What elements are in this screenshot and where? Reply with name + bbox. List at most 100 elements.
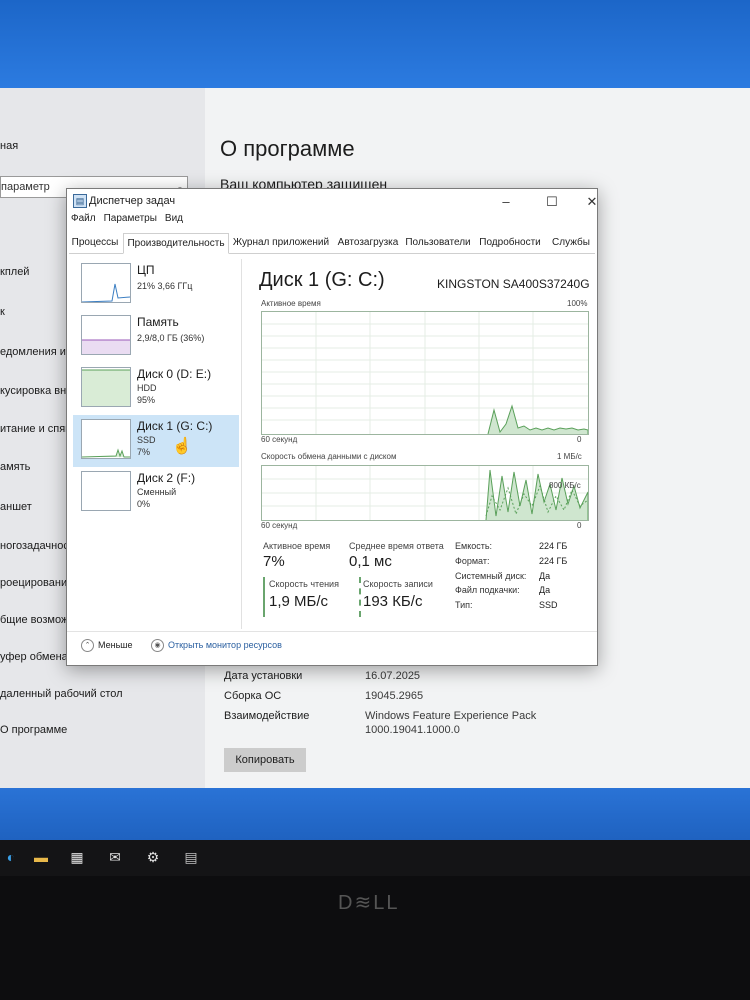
sidebar-item-memory[interactable]: Память 2,9/8,0 ГБ (36%) <box>73 311 239 363</box>
settings-icon[interactable]: ⚙ <box>142 846 164 868</box>
tab-processes[interactable]: Процессы <box>69 233 121 252</box>
resource-monitor-label: Открыть монитор ресурсов <box>168 639 282 650</box>
tab-startup[interactable]: Автозагрузка <box>335 233 401 252</box>
page-file-label: Файл подкачки: <box>455 585 520 595</box>
graph2-time: 60 секунд <box>261 521 298 530</box>
active-time-graph-svg <box>262 312 589 435</box>
minimize-icon[interactable]: – <box>491 193 521 211</box>
tab-users[interactable]: Пользователи <box>403 233 473 252</box>
monitor-icon: ◉ <box>151 639 164 652</box>
type-value: SSD <box>539 600 558 610</box>
menu-file[interactable]: Файл <box>71 213 96 224</box>
experience-value-1: Windows Feature Experience Pack <box>365 710 537 722</box>
sidebar-item[interactable]: кплей <box>0 266 29 278</box>
copy-button[interactable]: Копировать <box>224 748 306 772</box>
sidebar-item-cpu[interactable]: ЦП 21% 3,66 ГГц <box>73 259 239 311</box>
menu-bar: Файл Параметры Вид <box>71 213 191 224</box>
tab-performance[interactable]: Производительность <box>123 233 229 254</box>
fewer-details-label: Меньше <box>98 639 133 650</box>
sidebar-detail: 7% <box>137 447 151 457</box>
capacity-label: Емкость: <box>455 541 493 551</box>
menu-view[interactable]: Вид <box>165 213 183 224</box>
sidebar-detail: HDD <box>137 383 157 393</box>
sidebar-item-disk1[interactable]: Диск 1 (G: C:) SSD 7% <box>73 415 239 467</box>
sidebar-item[interactable]: ногозадачност <box>0 540 74 552</box>
write-speed-value: 193 КБ/с <box>363 593 423 610</box>
tab-bar: Процессы Производительность Журнал прило… <box>69 233 595 254</box>
tab-services[interactable]: Службы <box>547 233 595 252</box>
sidebar-detail: 2,9/8,0 ГБ (36%) <box>137 333 205 343</box>
os-build-value: 19045.2965 <box>365 690 424 702</box>
sidebar-name: ЦП <box>137 263 155 277</box>
disk1-thumbnail <box>81 419 131 459</box>
graph1-max: 100% <box>567 299 588 308</box>
memory-thumbnail <box>81 315 131 355</box>
disk0-thumb-graph <box>82 369 130 406</box>
disk-title: Диск 1 (G: C:) <box>259 269 385 291</box>
sidebar-item[interactable]: амять <box>0 461 30 473</box>
window-title: Диспетчер задач <box>89 195 176 207</box>
install-date-label: Дата установки <box>224 670 303 682</box>
store-icon[interactable]: ▦ <box>66 846 88 868</box>
monitor-logo: D≋LL <box>338 892 400 914</box>
task-manager-window: ▤ Диспетчер задач – ☐ ✕ Файл Параметры Вид… <box>66 188 598 666</box>
sidebar-item[interactable]: аншет <box>0 501 32 513</box>
graph1-label: Активное время <box>261 299 321 308</box>
cpu-thumb-graph <box>81 283 131 303</box>
rw-separator <box>359 577 361 617</box>
format-value: 224 ГБ <box>539 556 568 566</box>
taskmgr-icon[interactable]: ▤ <box>180 846 202 868</box>
sidebar-detail: Сменный <box>137 487 177 497</box>
sidebar-item-disk2[interactable]: Диск 2 (F:) Сменный 0% <box>73 467 239 519</box>
title-bar[interactable]: ▤ Диспетчер задач – ☐ ✕ <box>67 189 597 215</box>
sidebar-detail: 0% <box>137 499 151 509</box>
close-icon[interactable]: ✕ <box>577 193 607 211</box>
page-file-value: Да <box>539 585 551 595</box>
sidebar-name: Память <box>137 315 179 329</box>
sidebar-item[interactable]: ная <box>0 140 18 152</box>
response-time-value: 0,1 мс <box>349 553 392 570</box>
menu-options[interactable]: Параметры <box>104 213 157 224</box>
os-build-label: Сборка ОС <box>224 690 282 702</box>
sidebar-item[interactable]: бщие возможн <box>0 614 74 626</box>
sidebar-item-disk0[interactable]: Диск 0 (D: E:) HDD 95% <box>73 363 239 415</box>
window-footer: ⌃ Меньше ◉ Открыть монитор ресурсов <box>67 631 597 658</box>
sidebar-item[interactable]: итание и спящ <box>0 423 74 435</box>
sidebar-item-about[interactable]: О программе <box>0 724 67 736</box>
sidebar-item[interactable]: едомления и д <box>0 346 75 358</box>
app-icon: ▤ <box>73 194 87 208</box>
sidebar-detail: SSD <box>137 435 156 445</box>
sidebar-item[interactable]: кусировка вн <box>0 385 66 397</box>
panel-divider <box>241 259 242 629</box>
sidebar-item[interactable]: уфер обмена <box>0 651 68 663</box>
experience-value-2: 1000.19041.1000.0 <box>365 724 460 736</box>
performance-sidebar: ЦП 21% 3,66 ГГц Память 2,9/8,0 ГБ (36%) … <box>71 259 241 559</box>
graph1-time: 60 секунд <box>261 435 298 444</box>
disk0-thumbnail <box>81 367 131 407</box>
response-time-label: Среднее время ответа <box>349 541 444 551</box>
read-speed-value: 1,9 МБ/с <box>269 593 329 610</box>
write-speed-label: Скорость записи <box>363 579 433 589</box>
graph1-min: 0 <box>577 435 582 444</box>
sidebar-detail: 95% <box>137 395 156 405</box>
transfer-rate-graph-svg <box>262 466 589 521</box>
tab-app-history[interactable]: Журнал приложений <box>229 233 333 252</box>
mail-icon[interactable]: ✉ <box>104 846 126 868</box>
desktop-bottom-area <box>0 788 750 840</box>
sidebar-detail: 21% 3,66 ГГц <box>137 281 193 291</box>
capacity-value: 224 ГБ <box>539 541 568 551</box>
explorer-icon[interactable]: ▬ <box>30 846 52 868</box>
active-time-label: Активное время <box>263 541 331 551</box>
graph2-label: Скорость обмена данными с диском <box>261 452 397 461</box>
fewer-details-button[interactable]: ⌃ Меньше <box>81 639 133 652</box>
disk1-thumb-graph <box>81 448 130 458</box>
sidebar-item[interactable]: роецирование <box>0 577 73 589</box>
cpu-thumbnail <box>81 263 131 303</box>
sidebar-item[interactable]: к <box>0 306 5 318</box>
read-speed-label: Скорость чтения <box>269 579 339 589</box>
sidebar-item[interactable]: даленный рабочий стол <box>0 688 123 700</box>
maximize-icon[interactable]: ☐ <box>537 193 567 211</box>
edge-icon[interactable]: ◐ <box>0 846 22 868</box>
resource-monitor-link[interactable]: ◉ Открыть монитор ресурсов <box>151 639 282 652</box>
tab-details[interactable]: Подробности <box>475 233 545 252</box>
